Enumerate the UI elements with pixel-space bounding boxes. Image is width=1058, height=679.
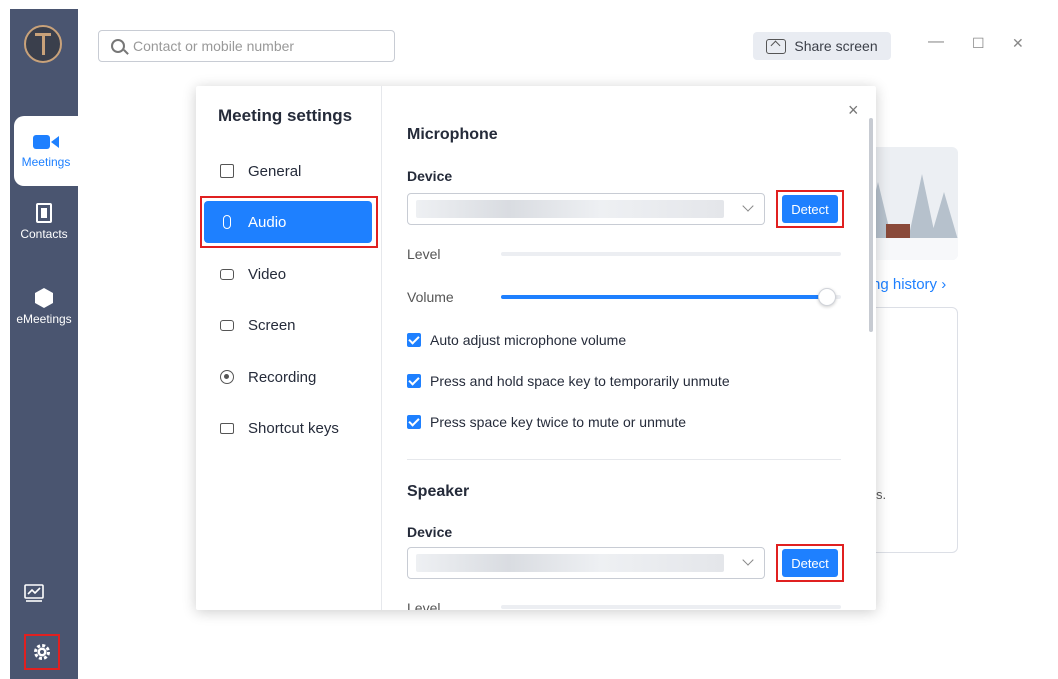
- volume-slider-handle[interactable]: [818, 288, 836, 306]
- settings-button[interactable]: [24, 634, 60, 670]
- checkbox-icon: [407, 415, 421, 429]
- speaker-heading: Speaker: [407, 483, 470, 500]
- dialog-title: Meeting settings: [218, 106, 353, 125]
- logo-icon: [24, 25, 62, 63]
- nav-label: General: [248, 162, 302, 180]
- chevron-down-icon: [742, 200, 754, 212]
- section-divider: [407, 459, 841, 460]
- background-text: s.: [876, 487, 887, 502]
- scrollbar[interactable]: [869, 118, 873, 332]
- sidebar-item-label: Contacts: [20, 227, 68, 241]
- dialog-close-button[interactable]: ×: [848, 100, 859, 121]
- gear-icon: [34, 644, 50, 660]
- sidebar-item-meetings[interactable]: Meetings: [14, 116, 78, 186]
- maximize-button[interactable]: ☐: [972, 35, 985, 52]
- auto-adjust-checkbox[interactable]: Auto adjust microphone volume: [407, 332, 626, 348]
- search-icon: [111, 39, 125, 53]
- speaker-level-meter: [501, 605, 841, 609]
- microphone-device-label: Device: [407, 168, 453, 184]
- meeting-settings-dialog: Meeting settings General Audio Video Scr…: [196, 86, 876, 610]
- nav-screen[interactable]: Screen: [204, 304, 372, 346]
- general-icon: [220, 164, 234, 178]
- checkbox-label: Press space key twice to mute or unmute: [430, 414, 686, 430]
- cube-icon: [35, 288, 53, 308]
- audio-highlight: [200, 196, 378, 248]
- microphone-level-meter: [501, 252, 841, 256]
- checkbox-label: Press and hold space key to temporarily …: [430, 373, 730, 389]
- speaker-level-label: Level: [407, 600, 441, 610]
- nav-shortcut-keys[interactable]: Shortcut keys: [204, 407, 372, 449]
- close-window-button[interactable]: ✕: [1012, 35, 1024, 52]
- app-window: Meetings Contacts eMeetings Contact or m…: [0, 0, 1058, 679]
- nav-label: Recording: [248, 368, 317, 386]
- share-screen-label: Share screen: [794, 38, 878, 54]
- nav-label: Screen: [248, 316, 296, 334]
- settings-nav: Meeting settings General Audio Video Scr…: [196, 86, 382, 610]
- sidebar-item-label: eMeetings: [16, 312, 72, 326]
- video-icon: [220, 268, 234, 280]
- chart-icon[interactable]: [24, 583, 44, 605]
- background-panel: [872, 307, 958, 553]
- double-space-mute-checkbox[interactable]: Press space key twice to mute or unmute: [407, 414, 686, 430]
- hold-space-unmute-checkbox[interactable]: Press and hold space key to temporarily …: [407, 373, 730, 389]
- nav-video[interactable]: Video: [204, 253, 372, 295]
- nav-recording[interactable]: Recording: [204, 356, 372, 398]
- checkbox-label: Auto adjust microphone volume: [430, 332, 627, 348]
- microphone-level-label: Level: [407, 246, 441, 262]
- screen-icon: [220, 319, 234, 331]
- sidebar-item-label: Meetings: [21, 155, 71, 169]
- minimize-button[interactable]: —: [928, 33, 944, 51]
- meeting-history-link[interactable]: ng history ›: [872, 276, 946, 293]
- speaker-device-label: Device: [407, 524, 453, 540]
- nav-label: Shortcut keys: [248, 419, 339, 437]
- share-screen-button[interactable]: Share screen: [753, 32, 891, 60]
- speaker-detect-button[interactable]: Detect: [782, 549, 838, 577]
- sidebar: Meetings Contacts eMeetings: [10, 9, 78, 679]
- search-input[interactable]: Contact or mobile number: [98, 30, 395, 62]
- speaker-device-select[interactable]: [407, 547, 765, 579]
- microphone-heading: Microphone: [407, 126, 498, 143]
- nav-general[interactable]: General: [204, 150, 372, 192]
- search-placeholder: Contact or mobile number: [133, 38, 295, 54]
- audio-settings-panel: × Microphone Device Detect Level Volume …: [383, 86, 876, 610]
- sidebar-item-emeetings[interactable]: eMeetings: [10, 272, 78, 342]
- video-camera-icon: [33, 133, 59, 151]
- microphone-detect-button[interactable]: Detect: [782, 195, 838, 223]
- checkbox-icon: [407, 333, 421, 347]
- volume-fill: [501, 295, 827, 299]
- checkbox-icon: [407, 374, 421, 388]
- volume-label: Volume: [407, 289, 454, 305]
- microphone-device-select[interactable]: [407, 193, 765, 225]
- keyboard-icon: [220, 422, 234, 434]
- share-screen-icon: [766, 38, 787, 54]
- nav-label: Video: [248, 265, 287, 283]
- recording-icon: [220, 370, 234, 384]
- contacts-icon: [36, 203, 52, 223]
- sidebar-item-contacts[interactable]: Contacts: [10, 187, 78, 257]
- chevron-down-icon: [742, 554, 754, 566]
